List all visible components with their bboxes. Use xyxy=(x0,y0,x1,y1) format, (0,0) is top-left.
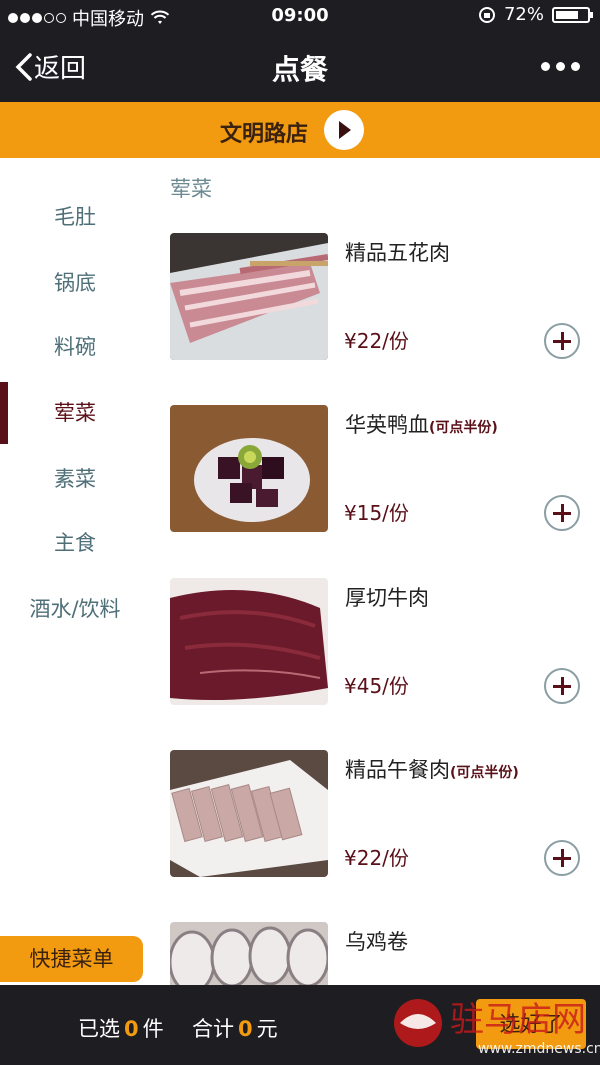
menu-item-price: ¥22/份 xyxy=(344,329,409,353)
menu-item: 华英鸭血(可点半份) ¥15/份 xyxy=(168,405,588,535)
add-to-cart-button[interactable] xyxy=(544,323,580,359)
store-selector[interactable]: 文明路店 xyxy=(0,102,600,158)
menu-item-photo[interactable] xyxy=(170,578,328,705)
play-arrow-icon xyxy=(339,121,351,139)
selected-unit: 件 xyxy=(142,1017,164,1041)
page-title: 点餐 xyxy=(271,53,328,86)
menu-item-price: ¥15/份 xyxy=(344,501,409,525)
sidebar-item-category[interactable]: 主食 xyxy=(0,518,150,568)
menu-item-name: 精品午餐肉(可点半份) xyxy=(345,758,519,782)
more-dots-icon xyxy=(541,62,550,71)
more-menu-button[interactable] xyxy=(541,62,580,71)
selected-count: 已选 0 件 xyxy=(78,1013,164,1043)
status-bar: 中国移动 09:00 72% xyxy=(0,0,600,32)
section-label: 荤菜 xyxy=(170,177,212,201)
menu-item: 厚切牛肉 ¥45/份 xyxy=(168,578,588,708)
total-number: 0 xyxy=(238,1017,253,1041)
battery-icon xyxy=(552,6,593,23)
sidebar-item-category[interactable]: 锅底 xyxy=(0,258,150,308)
add-to-cart-button[interactable] xyxy=(544,668,580,704)
total-unit: 元 xyxy=(256,1017,278,1041)
battery-percent: 72% xyxy=(503,4,544,25)
orientation-lock-icon xyxy=(478,6,495,23)
quick-menu-button[interactable]: 快捷菜单 xyxy=(0,936,143,982)
category-sidebar: 毛肚锅底料碗荤菜素菜主食酒水/饮料 xyxy=(0,158,150,988)
selected-label: 已选 xyxy=(78,1017,120,1041)
battery-level xyxy=(556,10,578,19)
nav-bar: 返回 点餐 xyxy=(0,32,600,102)
menu-item-name: 精品五花肉 xyxy=(345,241,450,265)
menu-item-name: 厚切牛肉 xyxy=(345,586,429,610)
sidebar-item-category[interactable]: 毛肚 xyxy=(0,192,150,242)
menu-item-photo[interactable] xyxy=(170,750,328,877)
sidebar-item-category[interactable]: 素菜 xyxy=(0,454,150,504)
add-to-cart-button[interactable] xyxy=(544,840,580,876)
status-right: 72% xyxy=(478,4,593,25)
menu-item-name: 华英鸭血(可点半份) xyxy=(345,413,498,437)
menu-item-name: 乌鸡卷 xyxy=(345,930,408,954)
menu-item: 精品五花肉 ¥22/份 xyxy=(168,233,588,363)
sidebar-item-category[interactable]: 料碗 xyxy=(0,322,150,372)
sidebar-item-category[interactable]: 酒水/饮料 xyxy=(0,584,150,634)
cart-total: 合计 0 元 xyxy=(192,1013,278,1043)
sidebar-item-category[interactable]: 荤菜 xyxy=(0,388,150,438)
done-button[interactable]: 选好了 xyxy=(476,999,586,1049)
half-portion-note: (可点半份) xyxy=(450,765,519,781)
menu-item-price: ¥22/份 xyxy=(344,846,409,870)
menu-item-photo[interactable] xyxy=(170,405,328,532)
store-name: 文明路店 xyxy=(220,122,309,147)
selected-number: 0 xyxy=(124,1017,139,1041)
menu-item-price: ¥45/份 xyxy=(344,674,409,698)
menu-item: 精品午餐肉(可点半份) ¥22/份 xyxy=(168,750,588,880)
add-to-cart-button[interactable] xyxy=(544,495,580,531)
cart-bar: 已选 0 件 合计 0 元 选好了 驻马店网 www.zmdnews.cn xyxy=(0,985,600,1065)
half-portion-note: (可点半份) xyxy=(429,420,498,436)
menu-item-photo[interactable] xyxy=(170,233,328,360)
store-switch-button[interactable] xyxy=(324,110,364,150)
total-label: 合计 xyxy=(192,1017,234,1041)
